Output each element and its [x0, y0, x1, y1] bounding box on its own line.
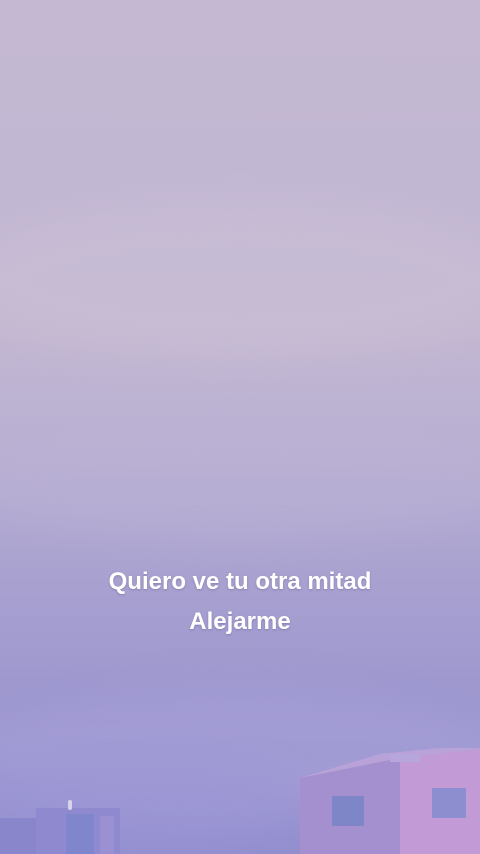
rooftop-light: [68, 800, 72, 810]
building-left: [0, 808, 120, 854]
cloud-haze: [0, 200, 480, 360]
lyric-line-1: Quiero ve tu otra mitad: [108, 568, 372, 595]
sky-background: Quiero ve tu otra mitad Alejarme: [0, 0, 480, 854]
lyric-line-2: Alejarme: [189, 608, 291, 635]
cloud-haze: [0, 420, 480, 540]
lyrics-caption: Quiero ve tu otra mitad Alejarme: [0, 562, 480, 642]
building-right: [300, 748, 480, 854]
